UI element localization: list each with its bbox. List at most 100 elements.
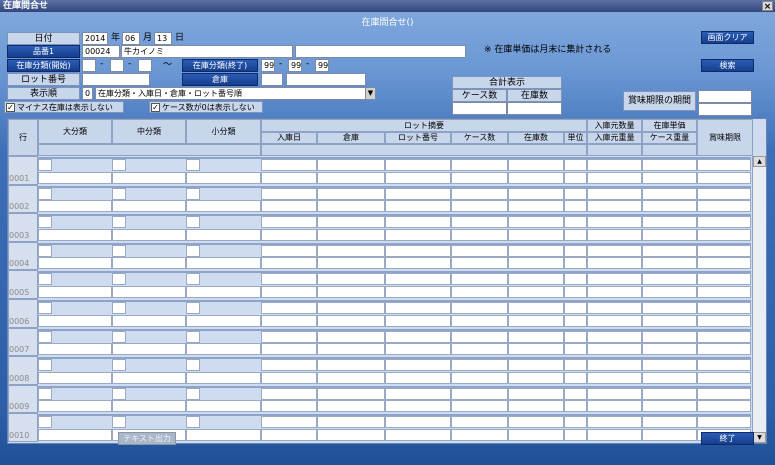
grid-cell[interactable] [587, 273, 642, 286]
grid-cell[interactable] [38, 343, 112, 356]
grid-cell[interactable] [112, 359, 126, 372]
grid-cell[interactable] [38, 200, 112, 213]
grid-cell[interactable] [385, 343, 451, 356]
grid-cell[interactable] [564, 273, 587, 286]
grid-cell[interactable] [112, 171, 186, 184]
grid-cell[interactable] [451, 330, 508, 343]
grid-cell[interactable] [508, 257, 564, 270]
item-name-field[interactable]: 牛カイノミ [121, 45, 293, 58]
scroll-up-icon[interactable]: ▲ [753, 156, 766, 167]
grid-cell[interactable] [261, 400, 317, 413]
grid-cell[interactable] [564, 216, 587, 229]
grid-cell[interactable] [385, 371, 451, 384]
grid-cell[interactable] [112, 228, 186, 241]
grid-cell[interactable] [587, 216, 642, 229]
grid-cell[interactable] [697, 285, 751, 298]
grid-cell[interactable] [385, 244, 451, 257]
grid-cell[interactable] [451, 387, 508, 400]
sort-code-field[interactable]: 0 [82, 87, 93, 100]
hide-zero-case-checkbox[interactable]: ✓ ケース数が0は表示しない [149, 101, 263, 113]
grid-cell[interactable] [642, 330, 697, 343]
grid-cell[interactable] [112, 187, 126, 200]
date-month-field[interactable]: 06 [122, 32, 140, 45]
grid-cell[interactable] [697, 343, 751, 356]
grid-cell[interactable] [697, 416, 751, 429]
grid-cell[interactable] [508, 216, 564, 229]
category-end-2-field[interactable]: 99 [288, 59, 302, 72]
grid-cell[interactable] [587, 257, 642, 270]
close-icon[interactable]: × [762, 1, 773, 12]
grid-cell[interactable] [261, 371, 317, 384]
grid-cell[interactable] [317, 428, 385, 441]
grid-cell[interactable] [564, 244, 587, 257]
grid-cell[interactable] [564, 302, 587, 314]
grid-cell[interactable] [112, 257, 186, 270]
grid-cell[interactable] [317, 171, 385, 184]
grid-cell[interactable] [564, 314, 587, 327]
grid-cell[interactable] [112, 273, 126, 286]
grid-cell[interactable] [186, 302, 200, 314]
grid-cell[interactable] [587, 314, 642, 327]
grid-cell[interactable] [451, 400, 508, 413]
grid-cell[interactable] [697, 257, 751, 270]
grid-cell[interactable] [642, 228, 697, 241]
grid-cell[interactable] [317, 400, 385, 413]
date-day-field[interactable]: 13 [154, 32, 172, 45]
grid-cell[interactable] [587, 400, 642, 413]
grid-cell[interactable] [38, 171, 112, 184]
grid-cell[interactable] [642, 200, 697, 213]
grid-cell[interactable] [508, 314, 564, 327]
grid-cell[interactable] [508, 343, 564, 356]
grid-cell[interactable] [451, 187, 508, 200]
grid-cell[interactable] [317, 371, 385, 384]
grid-cell[interactable] [38, 359, 52, 372]
grid-cell[interactable] [186, 273, 200, 286]
grid-cell[interactable] [451, 314, 508, 327]
grid-cell[interactable] [697, 187, 751, 200]
grid-cell[interactable] [317, 273, 385, 286]
grid-cell[interactable] [508, 228, 564, 241]
grid-cell[interactable] [451, 273, 508, 286]
grid-cell[interactable] [38, 244, 52, 257]
expiry-period-from-field[interactable] [698, 90, 752, 103]
grid-cell[interactable] [186, 159, 200, 171]
expiry-period-to-field[interactable] [698, 103, 752, 116]
grid-cell[interactable] [697, 216, 751, 229]
stock-category-start-button[interactable]: 在庫分類(開始) [7, 59, 80, 72]
stock-category-end-button[interactable]: 在庫分類(終了) [182, 59, 258, 72]
grid-cell[interactable] [642, 216, 697, 229]
grid-cell[interactable] [508, 428, 564, 441]
grid-cell[interactable] [385, 302, 451, 314]
grid-cell[interactable] [317, 216, 385, 229]
grid-cell[interactable] [587, 343, 642, 356]
grid-cell[interactable] [564, 257, 587, 270]
grid-cell[interactable] [451, 216, 508, 229]
grid-cell[interactable] [186, 428, 261, 441]
grid-cell[interactable] [317, 285, 385, 298]
grid-cell[interactable] [587, 359, 642, 372]
grid-cell[interactable] [38, 216, 52, 229]
grid-cell[interactable] [642, 371, 697, 384]
grid-cell[interactable] [385, 400, 451, 413]
grid-cell[interactable] [385, 187, 451, 200]
item-code-field[interactable]: 00024 [82, 45, 120, 58]
grid-cell[interactable] [564, 159, 587, 171]
search-button[interactable]: 検索 [701, 59, 754, 72]
grid-cell[interactable] [508, 273, 564, 286]
grid-cell[interactable] [508, 416, 564, 429]
grid-cell[interactable] [261, 359, 317, 372]
grid-cell[interactable] [508, 359, 564, 372]
grid-cell[interactable] [508, 387, 564, 400]
grid-cell[interactable] [38, 330, 52, 343]
grid-cell[interactable] [564, 371, 587, 384]
grid-cell[interactable] [587, 228, 642, 241]
grid-cell[interactable] [508, 302, 564, 314]
grid-cell[interactable] [385, 200, 451, 213]
warehouse-name-field[interactable] [286, 73, 366, 86]
warehouse-lookup-button[interactable]: 倉庫 [182, 73, 258, 86]
grid-cell[interactable] [697, 359, 751, 372]
grid-cell[interactable] [587, 285, 642, 298]
grid-cell[interactable] [587, 387, 642, 400]
grid-cell[interactable] [642, 400, 697, 413]
grid-cell[interactable] [186, 187, 200, 200]
